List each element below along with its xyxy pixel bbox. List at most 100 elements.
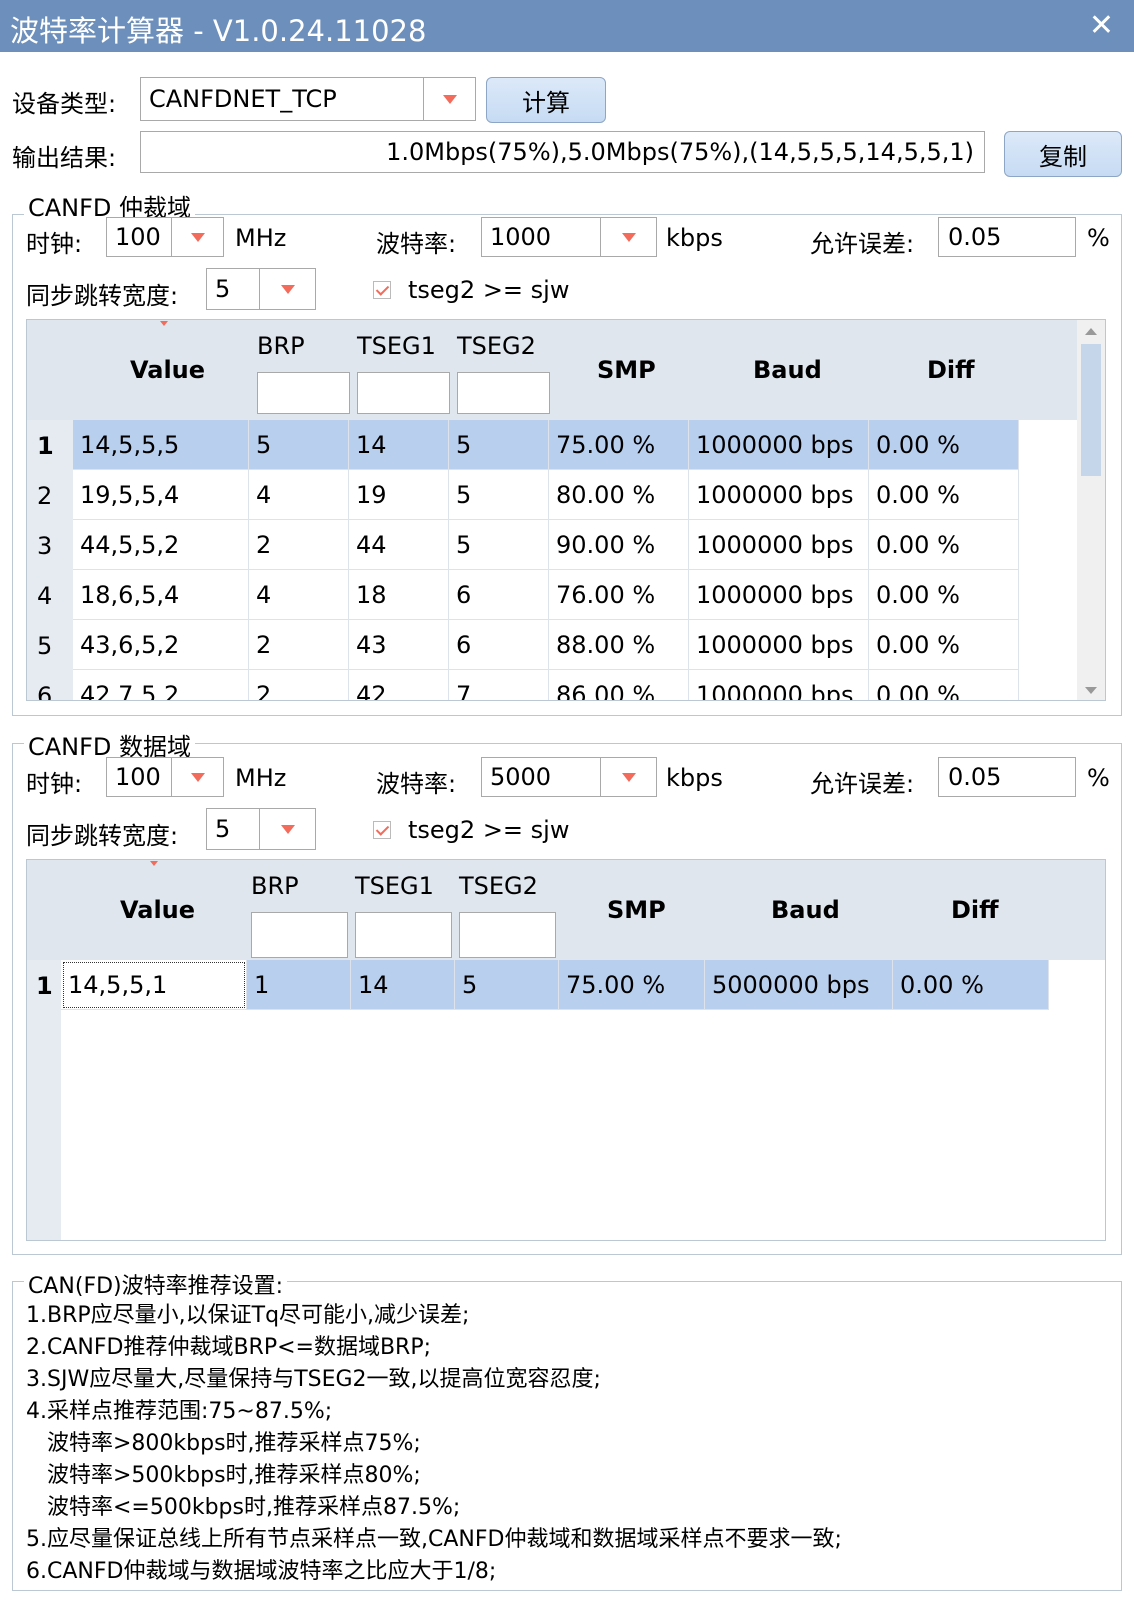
data-tolerance-input[interactable]: 0.05 <box>938 757 1076 797</box>
col-header-diff[interactable]: Diff <box>951 896 999 924</box>
data-clock-select[interactable]: 100 <box>106 757 224 797</box>
arb-clock-select[interactable]: 100 <box>106 217 224 257</box>
col-header-diff[interactable]: Diff <box>927 356 975 384</box>
tseg1-filter-input[interactable] <box>355 912 452 958</box>
row-number: 3 <box>37 532 53 560</box>
row-number: 1 <box>36 972 53 1000</box>
data-clock-label: 时钟: <box>26 770 83 798</box>
data-baud-unit: kbps <box>666 764 723 792</box>
arb-baud-unit: kbps <box>666 224 723 252</box>
col-header-smp[interactable]: SMP <box>607 896 666 924</box>
arb-tolerance-input[interactable]: 0.05 <box>938 217 1076 257</box>
recommendation-line: 波特率<=500kbps时,推荐采样点87.5%; <box>26 1495 461 1520</box>
close-icon[interactable]: ✕ <box>1089 8 1114 43</box>
table-row[interactable]: 14,5,5,1 1 14 5 75.00 % 5000000 bps 0.00… <box>61 960 1077 1010</box>
row-number: 4 <box>37 582 53 610</box>
recommendations-legend: CAN(FD)波特率推荐设置: <box>24 1268 288 1300</box>
data-baud-label: 波特率: <box>376 770 457 798</box>
arb-tseg2-checkbox[interactable] <box>373 281 391 299</box>
row-number: 6 <box>37 682 53 701</box>
col-header-baud[interactable]: Baud <box>753 356 822 384</box>
row-number: 5 <box>37 632 53 660</box>
recommendation-line: 波特率>800kbps时,推荐采样点75%; <box>26 1431 421 1456</box>
scroll-down-icon[interactable] <box>1085 687 1097 694</box>
chevron-down-icon[interactable] <box>259 269 315 309</box>
data-tseg2-label: tseg2 >= sjw <box>408 816 570 844</box>
arb-clock-label: 时钟: <box>26 230 83 258</box>
arb-tolerance-value: 0.05 <box>948 223 1002 251</box>
tseg2-filter-input[interactable] <box>457 372 550 414</box>
sort-indicator-icon <box>160 321 168 326</box>
device-type-select[interactable]: CANFDNET_TCP <box>140 77 476 121</box>
col-header-tseg2[interactable]: TSEG2 <box>457 332 536 360</box>
tseg2-filter-input[interactable] <box>459 912 556 958</box>
table-row[interactable]: 44,5,5,2 2 44 5 90.00 % 1000000 bps 0.00… <box>73 520 1077 570</box>
col-header-tseg2[interactable]: TSEG2 <box>459 872 538 900</box>
data-tolerance-label: 允许误差: <box>810 770 915 798</box>
recommendation-line: 1.BRP应尽量小,以保证Tq尽可能小,减少误差; <box>26 1303 470 1328</box>
row-number: 2 <box>37 482 53 510</box>
recommendation-line: 4.采样点推荐范围:75~87.5%; <box>26 1399 333 1424</box>
output-label: 输出结果: <box>12 144 117 172</box>
col-header-tseg1[interactable]: TSEG1 <box>355 872 434 900</box>
arb-grid-scrollbar[interactable] <box>1077 320 1105 700</box>
row-number: 1 <box>37 432 54 460</box>
brp-filter-input[interactable] <box>251 912 348 958</box>
col-header-value[interactable]: Value <box>130 356 205 384</box>
data-sjw-label: 同步跳转宽度: <box>26 822 179 850</box>
arb-tseg2-label: tseg2 >= sjw <box>408 276 570 304</box>
arb-sjw-label: 同步跳转宽度: <box>26 282 179 310</box>
arb-clock-value: 100 <box>115 223 161 251</box>
data-sjw-value: 5 <box>215 815 231 843</box>
arb-clock-unit: MHz <box>235 224 287 252</box>
chevron-down-icon[interactable] <box>171 218 223 256</box>
data-phase-grid: Value BRP TSEG1 TSEG2 SMP Baud Diff 1 14… <box>26 859 1106 1241</box>
scroll-up-icon[interactable] <box>1085 328 1097 335</box>
table-row[interactable]: 18,6,5,4 4 18 6 76.00 % 1000000 bps 0.00… <box>73 570 1077 620</box>
output-field[interactable]: 1.0Mbps(75%),5.0Mbps(75%),(14,5,5,5,14,5… <box>140 131 985 173</box>
table-row[interactable]: 14,5,5,5 5 14 5 75.00 % 1000000 bps 0.00… <box>73 420 1077 470</box>
col-header-tseg1[interactable]: TSEG1 <box>357 332 436 360</box>
brp-filter-input[interactable] <box>257 372 350 414</box>
table-row[interactable]: 42,7,5,2 2 42 7 86.00 % 1000000 bps 0.00… <box>73 670 1077 700</box>
window-title: 波特率计算器 - V1.0.24.11028 <box>10 14 427 48</box>
recommendation-line: 波特率>500kbps时,推荐采样点80%; <box>26 1463 421 1488</box>
data-clock-value: 100 <box>115 763 161 791</box>
recommendation-line: 6.CANFD仲裁域与数据域波特率之比应大于1/8; <box>26 1559 497 1584</box>
tseg1-filter-input[interactable] <box>357 372 450 414</box>
data-baud-value: 5000 <box>490 763 552 791</box>
calculate-button[interactable]: 计算 <box>486 77 606 123</box>
col-header-brp[interactable]: BRP <box>251 872 299 900</box>
col-header-brp[interactable]: BRP <box>257 332 305 360</box>
data-sjw-select[interactable]: 5 <box>206 808 316 850</box>
arbitration-grid: Value BRP TSEG1 TSEG2 SMP Baud Diff 1 14… <box>26 319 1106 701</box>
table-row[interactable]: 19,5,5,4 4 19 5 80.00 % 1000000 bps 0.00… <box>73 470 1077 520</box>
copy-button[interactable]: 复制 <box>1004 131 1122 177</box>
arb-sjw-value: 5 <box>215 275 231 303</box>
scroll-thumb[interactable] <box>1081 344 1101 476</box>
recommendation-line: 2.CANFD推荐仲裁域BRP<=数据域BRP; <box>26 1335 432 1360</box>
col-header-smp[interactable]: SMP <box>597 356 656 384</box>
recommendation-line: 3.SJW应尽量大,尽量保持与TSEG2一致,以提高位宽容忍度; <box>26 1367 601 1392</box>
chevron-down-icon[interactable] <box>423 78 475 120</box>
data-clock-unit: MHz <box>235 764 287 792</box>
data-baud-select[interactable]: 5000 <box>481 757 657 797</box>
device-type-label: 设备类型: <box>12 90 117 118</box>
data-tolerance-unit: % <box>1087 764 1110 792</box>
col-header-value[interactable]: Value <box>120 896 195 924</box>
arb-baud-select[interactable]: 1000 <box>481 217 657 257</box>
arb-baud-value: 1000 <box>490 223 552 251</box>
chevron-down-icon[interactable] <box>171 758 223 796</box>
data-tseg2-checkbox[interactable] <box>373 821 391 839</box>
chevron-down-icon[interactable] <box>600 218 656 256</box>
output-value: 1.0Mbps(75%),5.0Mbps(75%),(14,5,5,5,14,5… <box>386 138 974 166</box>
table-row[interactable]: 43,6,5,2 2 43 6 88.00 % 1000000 bps 0.00… <box>73 620 1077 670</box>
chevron-down-icon[interactable] <box>259 809 315 849</box>
col-header-baud[interactable]: Baud <box>771 896 840 924</box>
sort-indicator-icon <box>150 861 158 866</box>
title-bar: 波特率计算器 - V1.0.24.11028 ✕ <box>0 0 1134 52</box>
recommendation-line: 5.应尽量保证总线上所有节点采样点一致,CANFD仲裁域和数据域采样点不要求一致… <box>26 1527 842 1552</box>
arb-sjw-select[interactable]: 5 <box>206 268 316 310</box>
chevron-down-icon[interactable] <box>600 758 656 796</box>
data-tolerance-value: 0.05 <box>948 763 1002 791</box>
